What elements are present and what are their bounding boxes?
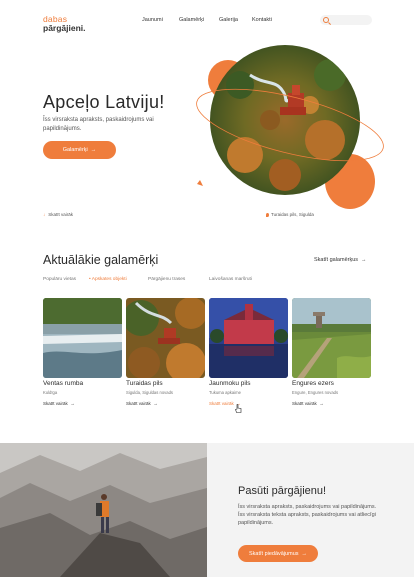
filter-popular[interactable]: Populāru vietas <box>43 277 76 282</box>
card-more-label: Skatīt vairāk <box>43 401 68 406</box>
search-icon[interactable] <box>323 16 329 23</box>
card-image-engures-ezers[interactable] <box>292 298 371 378</box>
nav-item-galamerki[interactable]: Galamērķi <box>179 17 204 23</box>
view-offers-button[interactable]: Skatīt piedāvājumus → <box>238 545 318 562</box>
scroll-more-label: Skatīt vairāk <box>48 212 74 217</box>
arrow-right-icon: → <box>301 550 308 557</box>
card-more-label: Skatīt vairāk <box>209 401 234 406</box>
card-image-ventas-rumba[interactable] <box>43 298 122 378</box>
hero-caption: Turaidas pils, Sigulda <box>266 212 314 217</box>
card-title: Jaunmoku pils <box>209 380 251 387</box>
filter-hiking[interactable]: Pārgājienu trases <box>148 277 185 282</box>
cta-button-label: Skatīt piedāvājumus <box>248 550 299 557</box>
scroll-more-link[interactable]: ↓ Skatīt vairāk <box>43 212 73 217</box>
arrow-right-icon: → <box>361 257 367 263</box>
card-location: Kuldīga <box>43 390 58 395</box>
hand-pointer-icon <box>235 404 242 413</box>
see-all-label: Skatīt galamērķus <box>314 257 359 263</box>
card-more-link[interactable]: Skatīt vairāk → <box>126 401 158 406</box>
logo[interactable]: dabas pārgājieni. <box>43 15 86 33</box>
nav-item-galerija[interactable]: Galerija <box>219 17 238 23</box>
nav-item-jaunumi[interactable]: Jaunumi <box>142 17 163 23</box>
hero-caption-text: Turaidas pils, Sigulda <box>271 212 314 217</box>
orbit-decoration <box>196 88 384 186</box>
card-location: Sigulda, Siguldas novads <box>126 390 174 395</box>
card-more-label: Skatīt vairāk <box>292 401 317 406</box>
arrow-right-icon: → <box>70 401 75 406</box>
card-location: Tukuma apkaime <box>209 390 241 395</box>
page: dabas pārgājieni. Jaunumi Galamērķi Gale… <box>0 0 414 577</box>
arrow-right-icon: → <box>319 401 324 406</box>
hero-title: Apceļo Latviju! <box>43 92 165 112</box>
arrow-right-icon: → <box>153 401 158 406</box>
arrow-down-icon: ↓ <box>43 212 46 217</box>
hero-button-label: Galamērķi <box>62 147 88 153</box>
card-title: Engures ezers <box>292 380 334 387</box>
section-title: Aktuālākie galamērķi <box>43 253 159 267</box>
card-title: Ventas rumba <box>43 380 84 387</box>
hiker-image <box>0 443 207 577</box>
hero-destinations-button[interactable]: Galamērķi → <box>43 141 116 159</box>
card-image-jaunmoku-pils[interactable] <box>209 298 288 378</box>
cta-text: Īss virsraksta apraksts, paskaidrojums v… <box>238 504 377 527</box>
card-more-label: Skatīt vairāk <box>126 401 151 406</box>
logo-line-2: pārgājieni. <box>43 23 86 33</box>
card-title: Turaidas pils <box>126 380 163 387</box>
hero-subtitle: Īss virsraksta apraksts, paskaidrojums v… <box>43 117 154 132</box>
cta-title: Pasūti pārgājienu! <box>238 485 327 497</box>
filter-sights-active[interactable]: • Apskates objekti <box>89 277 127 282</box>
search-input[interactable] <box>320 15 372 25</box>
card-more-link[interactable]: Skatīt vairāk → <box>292 401 324 406</box>
see-all-destinations-link[interactable]: Skatīt galamērķus → <box>314 257 367 263</box>
card-location: Engure, Engures novads <box>292 390 339 395</box>
filter-boating[interactable]: Laivošanas maršruti <box>209 277 252 282</box>
map-pin-icon <box>266 212 269 217</box>
card-image-turaidas-pils[interactable] <box>126 298 205 378</box>
nav-item-kontakti[interactable]: Kontakti <box>252 17 272 23</box>
card-more-link[interactable]: Skatīt vairāk → <box>43 401 75 406</box>
arrow-right-icon: → <box>90 147 97 153</box>
